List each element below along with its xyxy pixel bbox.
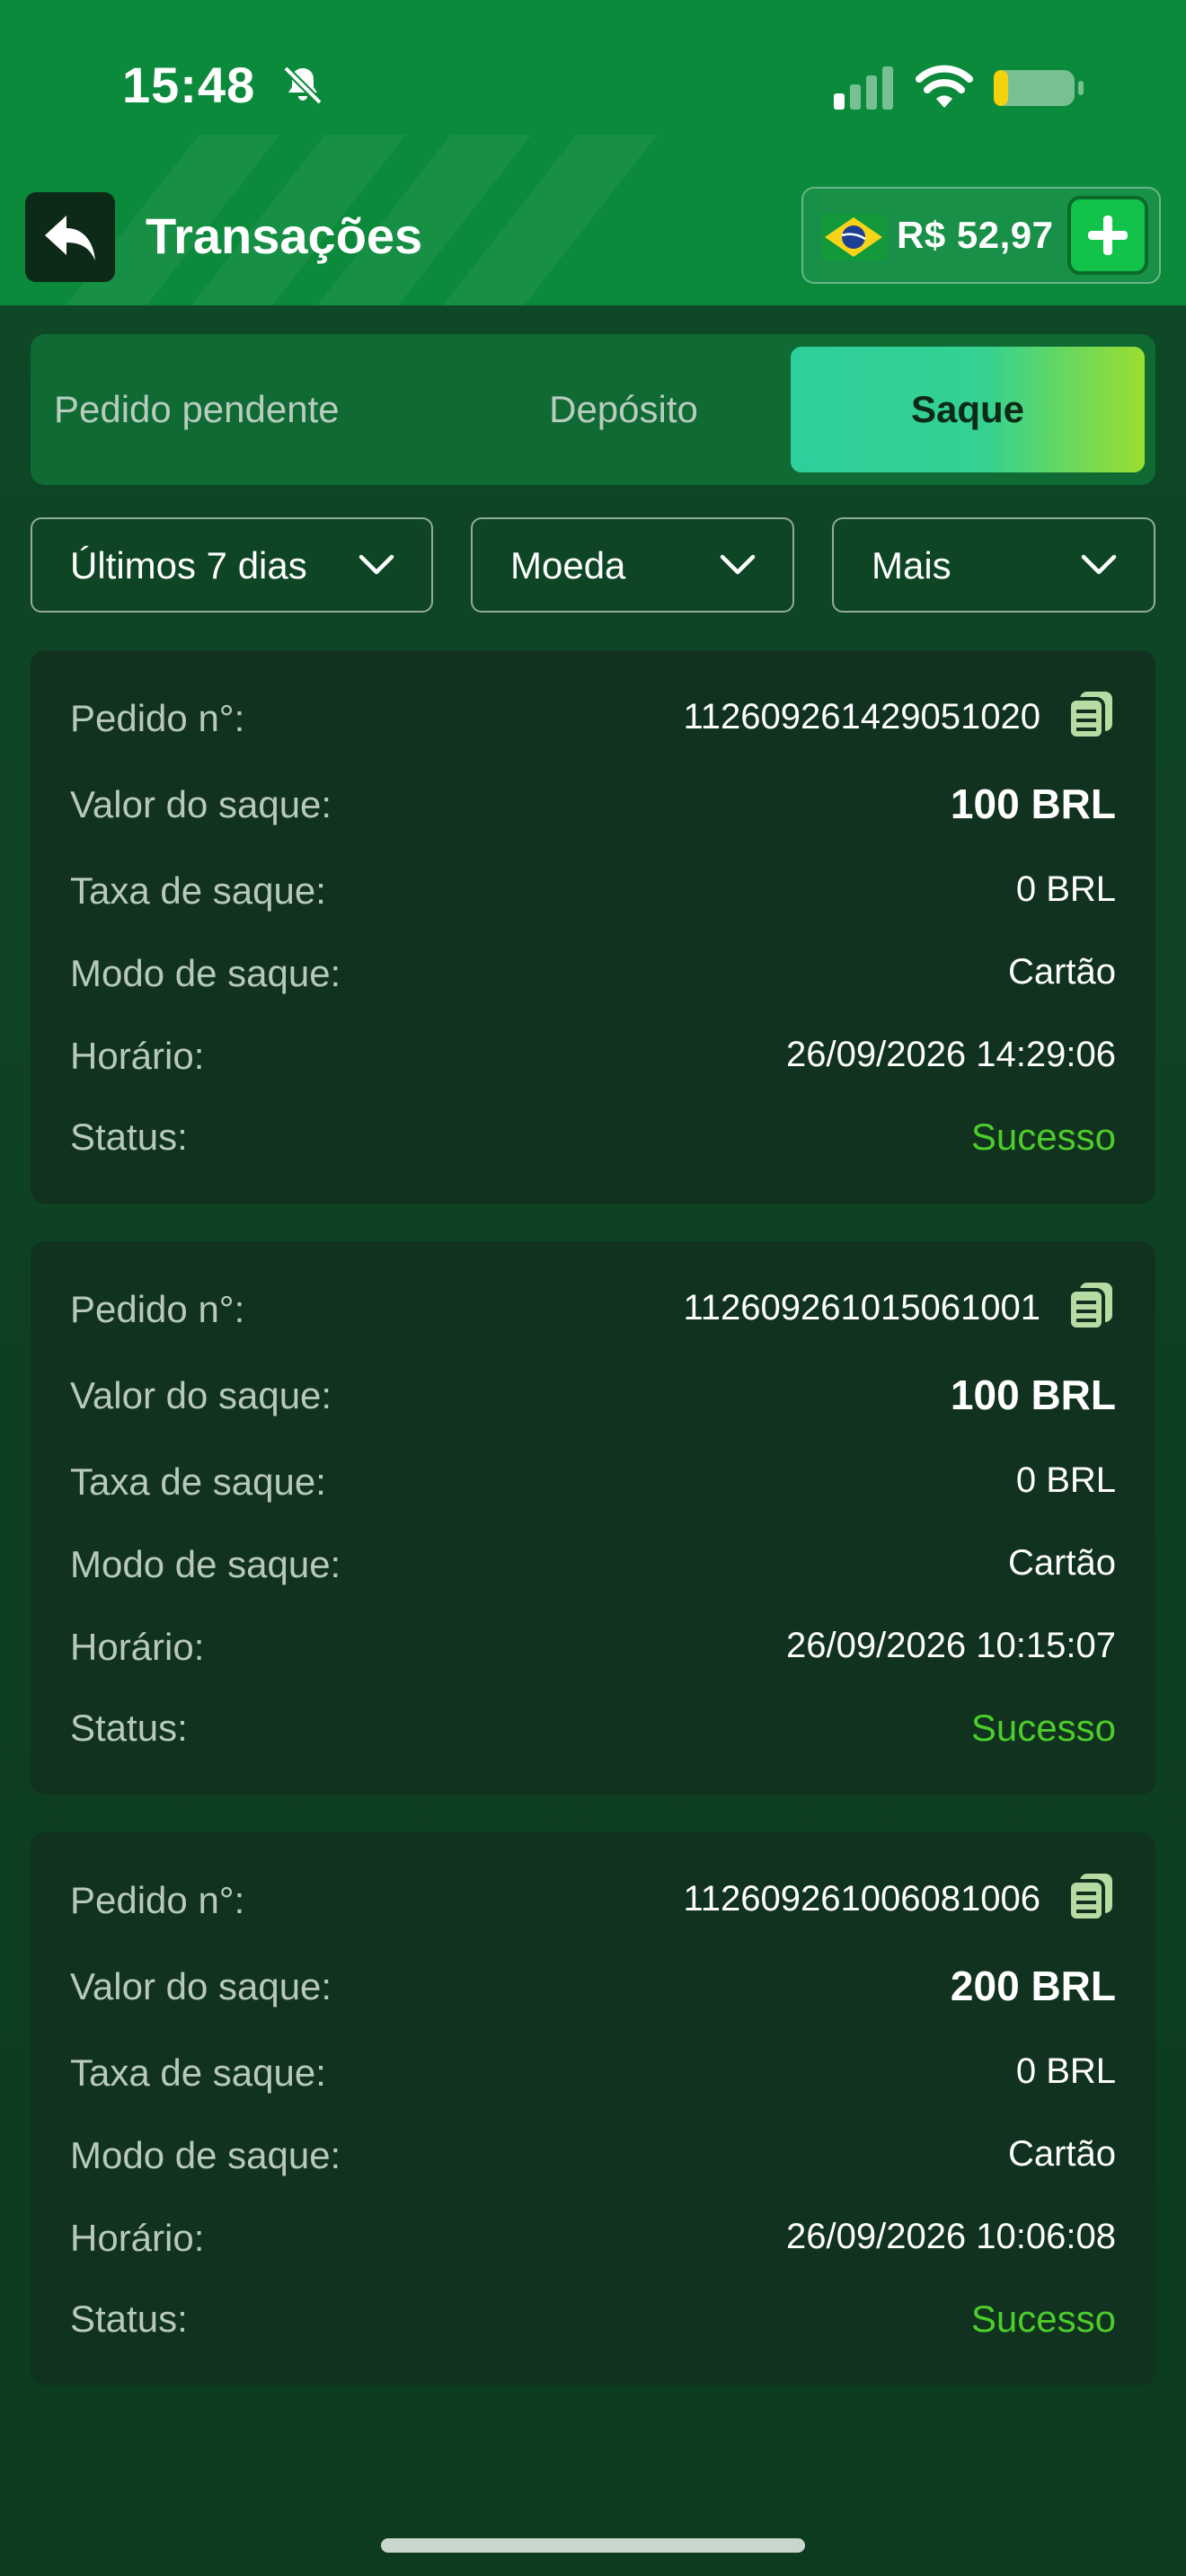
copy-icon[interactable] — [1066, 688, 1116, 742]
balance-box[interactable]: R$ 52,97 — [801, 187, 1161, 284]
withdrawal-fee: 0 BRL — [1015, 1460, 1116, 1500]
bell-slash-icon — [283, 66, 323, 105]
more-label: Mais — [872, 544, 951, 587]
home-indicator[interactable] — [381, 2538, 805, 2553]
amount-label: Valor do saque: — [70, 783, 332, 825]
chevron-down-icon — [358, 554, 394, 575]
amount-row: Valor do saque: 100 BRL — [70, 1372, 1116, 1428]
date-range-filter[interactable]: Últimos 7 dias — [31, 517, 433, 613]
withdrawal-fee: 0 BRL — [1015, 869, 1116, 909]
time-label: Horário: — [70, 1626, 205, 1668]
cellular-signal-icon — [834, 66, 893, 110]
withdrawal-amount: 100 BRL — [950, 781, 1116, 827]
more-filter[interactable]: Mais — [832, 517, 1155, 613]
time-row: Horário: 26/09/2026 10:06:08 — [70, 2217, 1116, 2271]
page-title: Transações — [146, 207, 423, 264]
amount-label: Valor do saque: — [70, 1965, 332, 2007]
transaction-time: 26/09/2026 10:15:07 — [785, 1626, 1116, 1665]
transaction-card: Pedido n°: 112609261015061001 Valor do s… — [31, 1241, 1155, 1795]
plus-icon — [1088, 216, 1128, 255]
withdrawal-fee: 0 BRL — [1015, 2051, 1116, 2091]
mode-label: Modo de saque: — [70, 2134, 341, 2176]
mode-label: Modo de saque: — [70, 1543, 341, 1585]
transaction-card: Pedido n°: 112609261006081006 Valor do s… — [31, 1832, 1155, 2386]
time-row: Horário: 26/09/2026 10:15:07 — [70, 1626, 1116, 1680]
fee-row: Taxa de saque: 0 BRL — [70, 1460, 1116, 1514]
order-row: Pedido n°: 112609261006081006 — [70, 1874, 1116, 1933]
order-row: Pedido n°: 112609261429051020 — [70, 692, 1116, 751]
back-arrow-icon — [45, 216, 95, 260]
tab-deposit[interactable]: Depósito — [408, 347, 839, 472]
withdrawal-mode: Cartão — [1007, 1543, 1116, 1583]
currency-filter[interactable]: Moeda — [471, 517, 794, 613]
chevron-down-icon — [720, 554, 756, 575]
fee-row: Taxa de saque: 0 BRL — [70, 2051, 1116, 2105]
time-label: Horário: — [70, 2217, 205, 2259]
status-row: Status: Sucesso — [70, 2298, 1116, 2351]
fee-label: Taxa de saque: — [70, 1460, 326, 1503]
order-label: Pedido n°: — [70, 697, 245, 739]
screen: 15:48 Transações R$ 52,97 Pedido pendent… — [0, 0, 1186, 2576]
battery-icon — [994, 70, 1084, 106]
fee-label: Taxa de saque: — [70, 869, 326, 912]
mode-label: Modo de saque: — [70, 952, 341, 994]
tab-withdrawal[interactable]: Saque — [791, 347, 1145, 472]
wifi-icon — [916, 65, 973, 108]
amount-label: Valor do saque: — [70, 1374, 332, 1416]
status-label: Status: — [70, 2298, 188, 2340]
order-label: Pedido n°: — [70, 1879, 245, 1921]
status-row: Status: Sucesso — [70, 1707, 1116, 1760]
withdrawal-amount: 100 BRL — [950, 1372, 1116, 1418]
fee-label: Taxa de saque: — [70, 2051, 326, 2094]
fee-row: Taxa de saque: 0 BRL — [70, 869, 1116, 923]
amount-row: Valor do saque: 200 BRL — [70, 1963, 1116, 2019]
status-row: Status: Sucesso — [70, 1116, 1116, 1169]
order-number: 112609261015061001 — [683, 1288, 1040, 1328]
order-label: Pedido n°: — [70, 1288, 245, 1330]
status-value: Sucesso — [970, 1707, 1116, 1749]
withdrawal-mode: Cartão — [1007, 952, 1116, 992]
add-funds-button[interactable] — [1067, 196, 1148, 275]
transaction-time: 26/09/2026 10:06:08 — [785, 2217, 1116, 2256]
mode-row: Modo de saque: Cartão — [70, 1543, 1116, 1597]
copy-icon[interactable] — [1066, 1870, 1116, 1924]
currency-label: Moeda — [510, 544, 626, 587]
time-label: Horário: — [70, 1035, 205, 1077]
order-row: Pedido n°: 112609261015061001 — [70, 1283, 1116, 1342]
order-number: 112609261006081006 — [683, 1879, 1040, 1919]
transaction-tabs: Pedido pendente Depósito Saque — [31, 334, 1155, 485]
status-value: Sucesso — [970, 2298, 1116, 2340]
nav-bar: Transações R$ 52,97 — [0, 171, 1186, 305]
withdrawal-amount: 200 BRL — [950, 1963, 1116, 2009]
back-button[interactable] — [25, 192, 115, 282]
status-label: Status: — [70, 1707, 188, 1749]
transaction-card: Pedido n°: 112609261429051020 Valor do s… — [31, 650, 1155, 1204]
status-bar: 15:48 — [0, 0, 1186, 171]
tab-pending-orders[interactable]: Pedido pendente — [40, 347, 435, 472]
balance-amount: R$ 52,97 — [897, 214, 1054, 256]
status-value: Sucesso — [970, 1116, 1116, 1158]
order-number: 112609261429051020 — [683, 697, 1040, 737]
transaction-time: 26/09/2026 14:29:06 — [785, 1035, 1116, 1074]
time-row: Horário: 26/09/2026 14:29:06 — [70, 1035, 1116, 1089]
copy-icon[interactable] — [1066, 1279, 1116, 1333]
status-label: Status: — [70, 1116, 188, 1158]
mode-row: Modo de saque: Cartão — [70, 952, 1116, 1006]
withdrawal-mode: Cartão — [1007, 2134, 1116, 2174]
status-time: 15:48 — [122, 57, 256, 113]
date-range-label: Últimos 7 dias — [70, 544, 307, 587]
brazil-flag-icon — [821, 214, 886, 260]
mode-row: Modo de saque: Cartão — [70, 2134, 1116, 2188]
chevron-down-icon — [1081, 554, 1117, 575]
amount-row: Valor do saque: 100 BRL — [70, 781, 1116, 837]
